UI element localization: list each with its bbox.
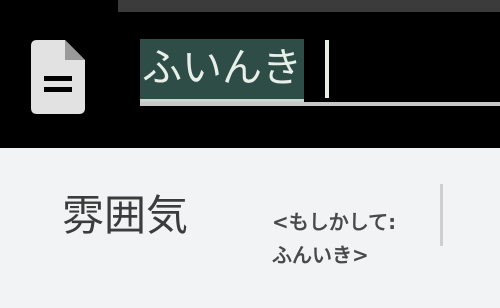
document-icon (31, 40, 85, 114)
composing-text[interactable]: ふいんき (140, 39, 304, 102)
top-strip (118, 0, 500, 12)
candidate-divider (440, 184, 443, 246)
did-you-mean-suggestion[interactable]: <もしかして: ふんいき> (272, 206, 396, 272)
suggestion-value: ふんいき> (272, 243, 369, 267)
candidate-bar: 雰囲気 <もしかして: ふんいき> (0, 148, 500, 308)
suggestion-label: <もしかして: (272, 210, 397, 234)
input-underline (140, 102, 500, 106)
candidate-item[interactable]: 雰囲気 (62, 190, 188, 242)
text-caret (325, 40, 329, 98)
input-area[interactable]: ふいんき (0, 12, 500, 148)
